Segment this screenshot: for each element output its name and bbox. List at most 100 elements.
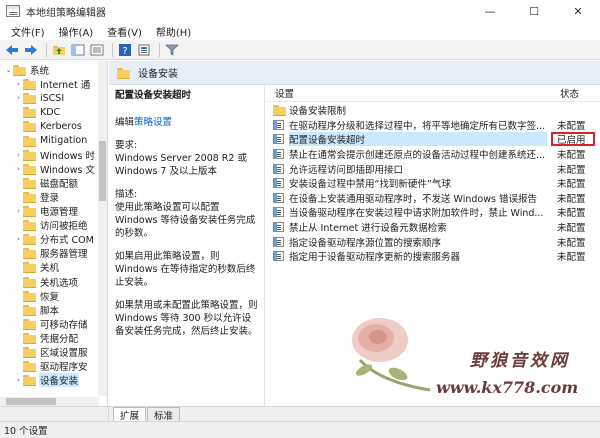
setting-state: 未配置 — [557, 179, 586, 191]
tree-item[interactable]: 可移动存储 — [14, 317, 107, 331]
filter-icon[interactable] — [164, 42, 180, 58]
policy-editor-app-icon — [6, 5, 20, 17]
tree-item-label: iSCSI — [40, 92, 65, 104]
list-row[interactable]: 指定用于设备驱动程序更新的搜索服务器 未配置 — [265, 249, 600, 264]
close-button[interactable]: ✕ — [556, 0, 600, 22]
svg-text:?: ? — [122, 46, 127, 56]
expand-icon[interactable]: › — [14, 235, 23, 243]
expand-icon[interactable]: › — [14, 165, 23, 173]
list-row[interactable]: 指定设备驱动程序源位置的搜索顺序 未配置 — [265, 234, 600, 249]
requirements-label: 要求: — [115, 140, 138, 151]
folder-icon — [23, 248, 36, 260]
tree-horizontal-scrollbar[interactable] — [0, 397, 99, 406]
tree-item[interactable]: 关机选项 — [14, 275, 107, 289]
menu-help[interactable]: 帮助(H) — [149, 24, 198, 39]
tree-item[interactable]: › 电源管理 — [14, 204, 107, 218]
list-row[interactable]: 在驱动程序分级和选择过程中，将平等地确定所有已数字签... 未配置 — [265, 118, 600, 133]
folder-icon — [23, 107, 36, 119]
list-row[interactable]: 当设备驱动程序在安装过程中请求附加软件时，禁止 Wind... 未配置 — [265, 205, 600, 220]
tree-item-label: KDC — [40, 106, 61, 118]
tree-item[interactable]: 区域设置服 — [14, 345, 107, 359]
list-row-selected[interactable]: 配置设备安装超时 已启用 — [265, 132, 600, 147]
tree-item-label: 凭据分配 — [40, 333, 79, 345]
tree-item[interactable]: 凭据分配 — [14, 331, 107, 345]
tree-item-label: 可移动存储 — [40, 319, 88, 331]
tree-item[interactable]: 驱动程序安 — [14, 359, 107, 373]
tree-item[interactable]: › Internet 通 — [14, 77, 107, 92]
menu-file[interactable]: 文件(F) — [4, 24, 52, 39]
tab-standard[interactable]: 标准 — [147, 407, 181, 422]
expand-icon[interactable]: › — [14, 94, 23, 102]
tree-item[interactable]: 登录 — [14, 190, 107, 204]
tree-item[interactable]: 脚本 — [14, 303, 107, 317]
list-row[interactable]: 安装设备过程中禁用“找到新硬件”气球 未配置 — [265, 176, 600, 191]
show-hide-tree-icon[interactable] — [70, 42, 86, 58]
tree-vertical-scrollbar[interactable] — [98, 61, 107, 396]
folder-icon — [23, 177, 36, 189]
tree-item[interactable]: 服务器管理 — [14, 246, 107, 260]
tree-item-device-installation[interactable]: › 设备安装 — [14, 373, 107, 388]
tree-item[interactable]: KDC — [14, 105, 107, 119]
tree-item[interactable]: › iSCSI — [14, 91, 107, 105]
tree-item-label: Windows 时 — [40, 150, 95, 162]
help-icon[interactable]: ? — [117, 42, 133, 58]
folder-icon — [273, 105, 286, 116]
list-row[interactable]: 在设备上安装通用驱动程序时，不发送 Windows 错误报告 未配置 — [265, 191, 600, 206]
tree-item[interactable]: 关机 — [14, 260, 107, 274]
properties-icon[interactable] — [136, 42, 152, 58]
tree-item[interactable]: 磁盘配额 — [14, 176, 107, 190]
maximize-button[interactable]: ☐ — [512, 0, 556, 22]
tree-item[interactable]: › Windows 文 — [14, 162, 107, 176]
status-text: 10 个设置 — [4, 426, 48, 437]
collapse-icon[interactable]: ⌄ — [4, 66, 13, 74]
back-arrow-icon[interactable] — [4, 42, 20, 58]
folder-icon — [23, 220, 36, 232]
folder-icon — [23, 304, 36, 316]
folder-icon — [23, 290, 36, 302]
tree-item[interactable]: › 分布式 COM — [14, 232, 107, 246]
tree-item-label: 系统 — [30, 66, 50, 78]
expand-icon[interactable]: › — [14, 376, 23, 384]
toolbar-separator — [159, 42, 160, 57]
tree-item[interactable]: Mitigation — [14, 134, 107, 148]
edit-policy-line: 编辑策略设置 — [115, 116, 258, 129]
folder-icon — [23, 191, 36, 203]
expand-icon[interactable]: › — [14, 151, 23, 159]
expand-icon[interactable]: › — [14, 80, 23, 88]
tree-item[interactable]: Kerberos — [14, 119, 107, 133]
setting-name: 当设备驱动程序在安装过程中请求附加软件时，禁止 Wind... — [289, 208, 544, 220]
minimize-button[interactable]: — — [468, 0, 512, 22]
folder-icon — [23, 79, 36, 91]
scrollbar-thumb[interactable] — [6, 398, 56, 405]
policy-detail-pane: 配置设备安装超时 编辑策略设置 要求: Windows Server 2008 R… — [109, 85, 264, 406]
tab-extended[interactable]: 扩展 — [113, 407, 147, 422]
setting-name: 在驱动程序分级和选择过程中，将平等地确定所有已数字签... — [289, 120, 546, 132]
export-list-icon[interactable] — [89, 42, 105, 58]
up-folder-icon[interactable] — [51, 42, 67, 58]
expand-icon[interactable]: › — [14, 207, 23, 215]
setting-name: 允许远程访问即插即用接口 — [289, 164, 404, 176]
toolbar-separator — [46, 42, 47, 57]
tree-item[interactable]: 访问被拒绝 — [14, 218, 107, 233]
folder-icon — [23, 135, 36, 147]
menu-action[interactable]: 操作(A) — [52, 24, 101, 39]
list-row[interactable]: 禁止从 Internet 进行设备元数据检索 未配置 — [265, 220, 600, 235]
scrollbar-thumb[interactable] — [99, 141, 106, 201]
list-row[interactable]: 允许远程访问即插即用接口 未配置 — [265, 161, 600, 176]
list-row-folder[interactable]: 设备安装限制 — [265, 103, 600, 118]
menu-view[interactable]: 查看(V) — [100, 24, 149, 39]
tree-item[interactable]: 恢复 — [14, 289, 107, 303]
column-header-state[interactable]: 状态 — [560, 86, 579, 100]
tree-item[interactable]: › Windows 时 — [14, 148, 107, 162]
tree-item-label: 访问被拒绝 — [40, 221, 88, 233]
edit-policy-link[interactable]: 策略设置 — [134, 117, 172, 128]
forward-arrow-icon[interactable] — [23, 42, 39, 58]
tree-item-system[interactable]: ⌄ 系统 — [4, 63, 102, 77]
setting-state: 未配置 — [557, 193, 586, 205]
tree-item-label: Internet 通 — [40, 80, 91, 92]
column-header-setting[interactable]: 设置 — [275, 86, 294, 100]
section-header: 设备安装 — [109, 61, 600, 85]
navigation-tree: ⌄ 系统 › Internet 通 › iSCSI KDC Kerberos M… — [0, 61, 108, 406]
tree-item-label: 磁盘配额 — [40, 178, 79, 190]
list-row[interactable]: 禁止在通常会提示创建还原点的设备活动过程中创建系统还... 未配置 — [265, 147, 600, 162]
